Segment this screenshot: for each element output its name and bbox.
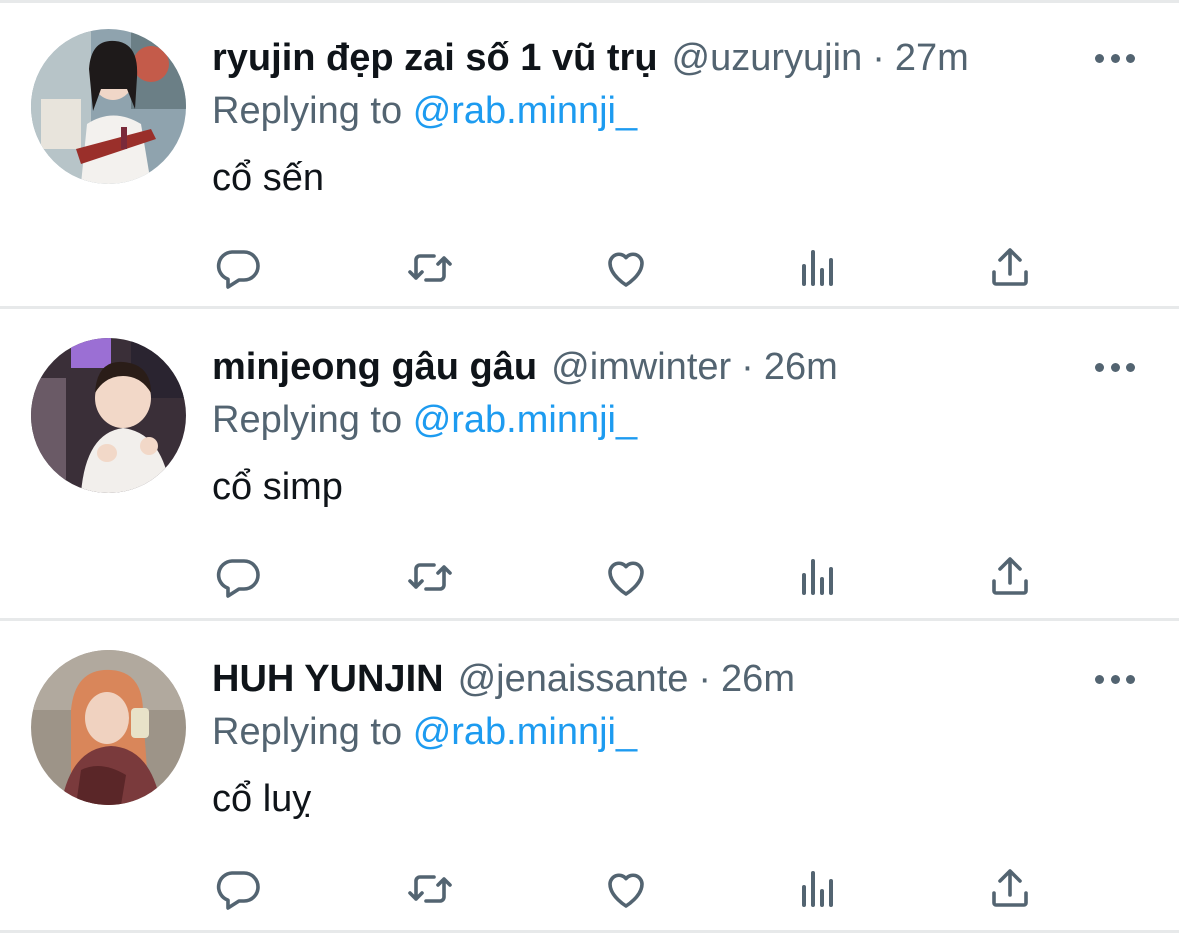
like-button[interactable] bbox=[600, 864, 652, 914]
reply-icon bbox=[216, 559, 260, 598]
timestamp[interactable]: 27m bbox=[895, 33, 969, 83]
replying-to-label: Replying to bbox=[212, 90, 403, 132]
like-button[interactable] bbox=[600, 552, 652, 602]
replying-to: Replying to @rab.minnji_ bbox=[212, 87, 637, 135]
separator-dot: · bbox=[741, 346, 754, 388]
tweet-header: ryujin đẹp zai số 1 vũ trụ @uzuryujin · … bbox=[212, 33, 969, 83]
analytics-icon bbox=[802, 559, 833, 595]
tweet-text: cổ simp bbox=[212, 466, 343, 508]
like-icon bbox=[608, 873, 644, 908]
avatar[interactable] bbox=[31, 29, 186, 184]
like-icon bbox=[608, 561, 644, 596]
profile-photo-icon bbox=[31, 29, 186, 184]
tweet-actions bbox=[212, 864, 1042, 914]
analytics-button[interactable] bbox=[792, 864, 844, 914]
replying-to-label: Replying to bbox=[212, 399, 403, 441]
timestamp[interactable]: 26m bbox=[721, 654, 795, 704]
share-icon bbox=[992, 869, 1028, 907]
replying-to: Replying to @rab.minnji_ bbox=[212, 396, 637, 444]
user-handle[interactable]: @imwinter bbox=[551, 342, 731, 392]
profile-photo-icon bbox=[31, 338, 186, 493]
mention-link[interactable]: @rab.minnji_ bbox=[413, 399, 637, 441]
replying-to: Replying to @rab.minnji_ bbox=[212, 708, 637, 756]
retweet-icon bbox=[408, 875, 452, 903]
analytics-icon bbox=[802, 871, 833, 907]
share-button[interactable] bbox=[984, 864, 1036, 914]
analytics-button[interactable] bbox=[792, 552, 844, 602]
separator-dot: · bbox=[698, 658, 712, 700]
more-options-icon[interactable] bbox=[1095, 45, 1135, 71]
analytics-button[interactable] bbox=[792, 243, 844, 293]
mention-link[interactable]: @rab.minnji_ bbox=[413, 711, 637, 753]
retweet-button[interactable] bbox=[404, 552, 456, 602]
tweet-text: cổ sến bbox=[212, 157, 324, 199]
display-name[interactable]: ryujin đẹp zai số 1 vũ trụ bbox=[212, 33, 658, 83]
retweet-button[interactable] bbox=[404, 864, 456, 914]
reply-button[interactable] bbox=[212, 552, 264, 602]
share-button[interactable] bbox=[984, 552, 1036, 602]
reply-icon bbox=[216, 250, 260, 289]
tweet-card[interactable]: HUH YUNJIN @jenaissante · 26m Replying t… bbox=[0, 624, 1179, 933]
avatar[interactable] bbox=[31, 338, 186, 493]
retweet-button[interactable] bbox=[404, 243, 456, 293]
share-button[interactable] bbox=[984, 243, 1036, 293]
display-name[interactable]: HUH YUNJIN bbox=[212, 654, 444, 704]
mention-link[interactable]: @rab.minnji_ bbox=[413, 90, 637, 132]
display-name[interactable]: minjeong gâu gâu bbox=[212, 342, 537, 392]
share-icon bbox=[992, 248, 1028, 286]
more-options-icon[interactable] bbox=[1095, 354, 1135, 380]
user-handle[interactable]: @uzuryujin bbox=[672, 33, 863, 83]
profile-photo-icon bbox=[31, 650, 186, 805]
reply-feed: ryujin đẹp zai số 1 vũ trụ @uzuryujin · … bbox=[0, 0, 1179, 939]
replying-to-label: Replying to bbox=[212, 711, 403, 753]
share-icon bbox=[992, 557, 1028, 595]
retweet-icon bbox=[408, 254, 452, 282]
like-button[interactable] bbox=[600, 243, 652, 293]
like-icon bbox=[608, 252, 644, 287]
tweet-text: cổ luỵ bbox=[212, 778, 312, 820]
tweet-actions bbox=[212, 243, 1042, 293]
reply-button[interactable] bbox=[212, 243, 264, 293]
analytics-icon bbox=[802, 250, 833, 286]
separator-dot: · bbox=[872, 37, 885, 79]
tweet-actions bbox=[212, 552, 1042, 602]
reply-icon bbox=[216, 871, 260, 910]
tweet-header: HUH YUNJIN @jenaissante · 26m bbox=[212, 654, 795, 704]
retweet-icon bbox=[408, 563, 452, 591]
user-handle[interactable]: @jenaissante bbox=[458, 654, 689, 704]
tweet-card[interactable]: minjeong gâu gâu @imwinter · 26m Replyin… bbox=[0, 312, 1179, 621]
tweet-header: minjeong gâu gâu @imwinter · 26m bbox=[212, 342, 838, 392]
tweet-card[interactable]: ryujin đẹp zai số 1 vũ trụ @uzuryujin · … bbox=[0, 0, 1179, 309]
reply-button[interactable] bbox=[212, 864, 264, 914]
avatar[interactable] bbox=[31, 650, 186, 805]
timestamp[interactable]: 26m bbox=[764, 342, 838, 392]
more-options-icon[interactable] bbox=[1095, 666, 1135, 692]
